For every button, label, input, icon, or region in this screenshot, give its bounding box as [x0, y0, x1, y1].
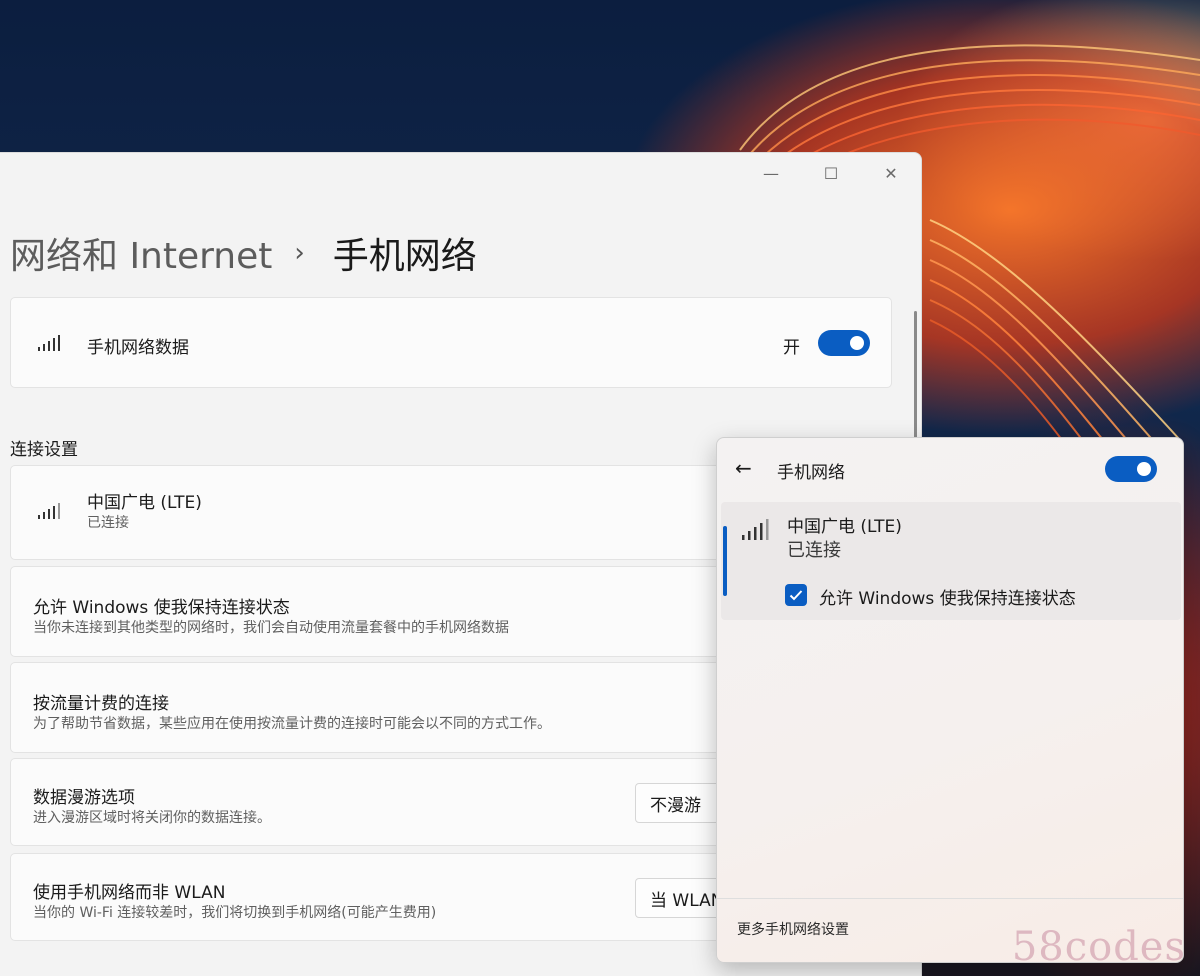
window-controls: — ☐ ✕	[741, 153, 921, 193]
checkmark-icon	[789, 590, 803, 601]
page-title: 手机网络	[332, 236, 477, 277]
prefer-cellular-title: 使用手机网络而非 WLAN	[33, 883, 226, 903]
keep-connected-description: 当你未连接到其他类型的网络时，我们会自动使用流量套餐中的手机网络数据	[33, 620, 509, 636]
flyout-title: 手机网络	[777, 463, 845, 483]
cellular-data-label: 手机网络数据	[87, 338, 189, 358]
flyout-network-item[interactable]: 中国广电 (LTE) 已连接 允许 Windows 使我保持连接状态	[721, 502, 1181, 620]
keep-connected-checkbox-label: 允许 Windows 使我保持连接状态	[819, 589, 1076, 609]
signal-icon	[38, 503, 60, 519]
flyout-network-name: 中国广电 (LTE)	[787, 517, 902, 537]
watermark: 58codes	[1011, 924, 1186, 970]
metered-connection-title: 按流量计费的连接	[33, 694, 169, 714]
keep-connected-checkbox[interactable]	[785, 584, 807, 606]
breadcrumb-parent[interactable]: 网络和 Internet	[10, 227, 272, 279]
back-arrow-icon[interactable]: ←	[735, 456, 752, 480]
minimize-button[interactable]: —	[741, 153, 801, 193]
carrier-name: 中国广电 (LTE)	[87, 493, 202, 513]
close-button[interactable]: ✕	[861, 153, 921, 193]
signal-icon	[742, 519, 769, 540]
keep-connected-title: 允许 Windows 使我保持连接状态	[33, 598, 290, 618]
flyout-cellular-toggle[interactable]	[1105, 456, 1157, 482]
section-heading-connection: 连接设置	[10, 440, 78, 460]
more-cellular-settings-link[interactable]: 更多手机网络设置	[737, 919, 849, 939]
breadcrumb: 网络和 Internet › 手机网络	[10, 227, 477, 279]
metered-connection-description: 为了帮助节省数据，某些应用在使用按流量计费的连接时可能会以不同的方式工作。	[33, 716, 551, 732]
cellular-flyout: ← 手机网络 中国广电 (LTE) 已连接 允许 Windows 使我保持连接状…	[716, 437, 1184, 963]
flyout-network-status: 已连接	[787, 540, 841, 561]
roaming-description: 进入漫游区域时将关闭你的数据连接。	[33, 810, 271, 826]
prefer-cellular-description: 当你的 Wi-Fi 连接较差时，我们将切换到手机网络(可能产生费用)	[33, 905, 437, 921]
selection-indicator	[723, 526, 727, 596]
roaming-title: 数据漫游选项	[33, 788, 135, 808]
breadcrumb-separator-icon: ›	[294, 238, 305, 268]
cellular-data-toggle-state: 开	[783, 338, 800, 358]
maximize-button[interactable]: ☐	[801, 153, 861, 193]
cellular-data-toggle[interactable]	[818, 330, 870, 356]
signal-icon	[38, 335, 60, 351]
carrier-status: 已连接	[87, 515, 129, 531]
cellular-data-card: 手机网络数据 开	[10, 297, 892, 388]
